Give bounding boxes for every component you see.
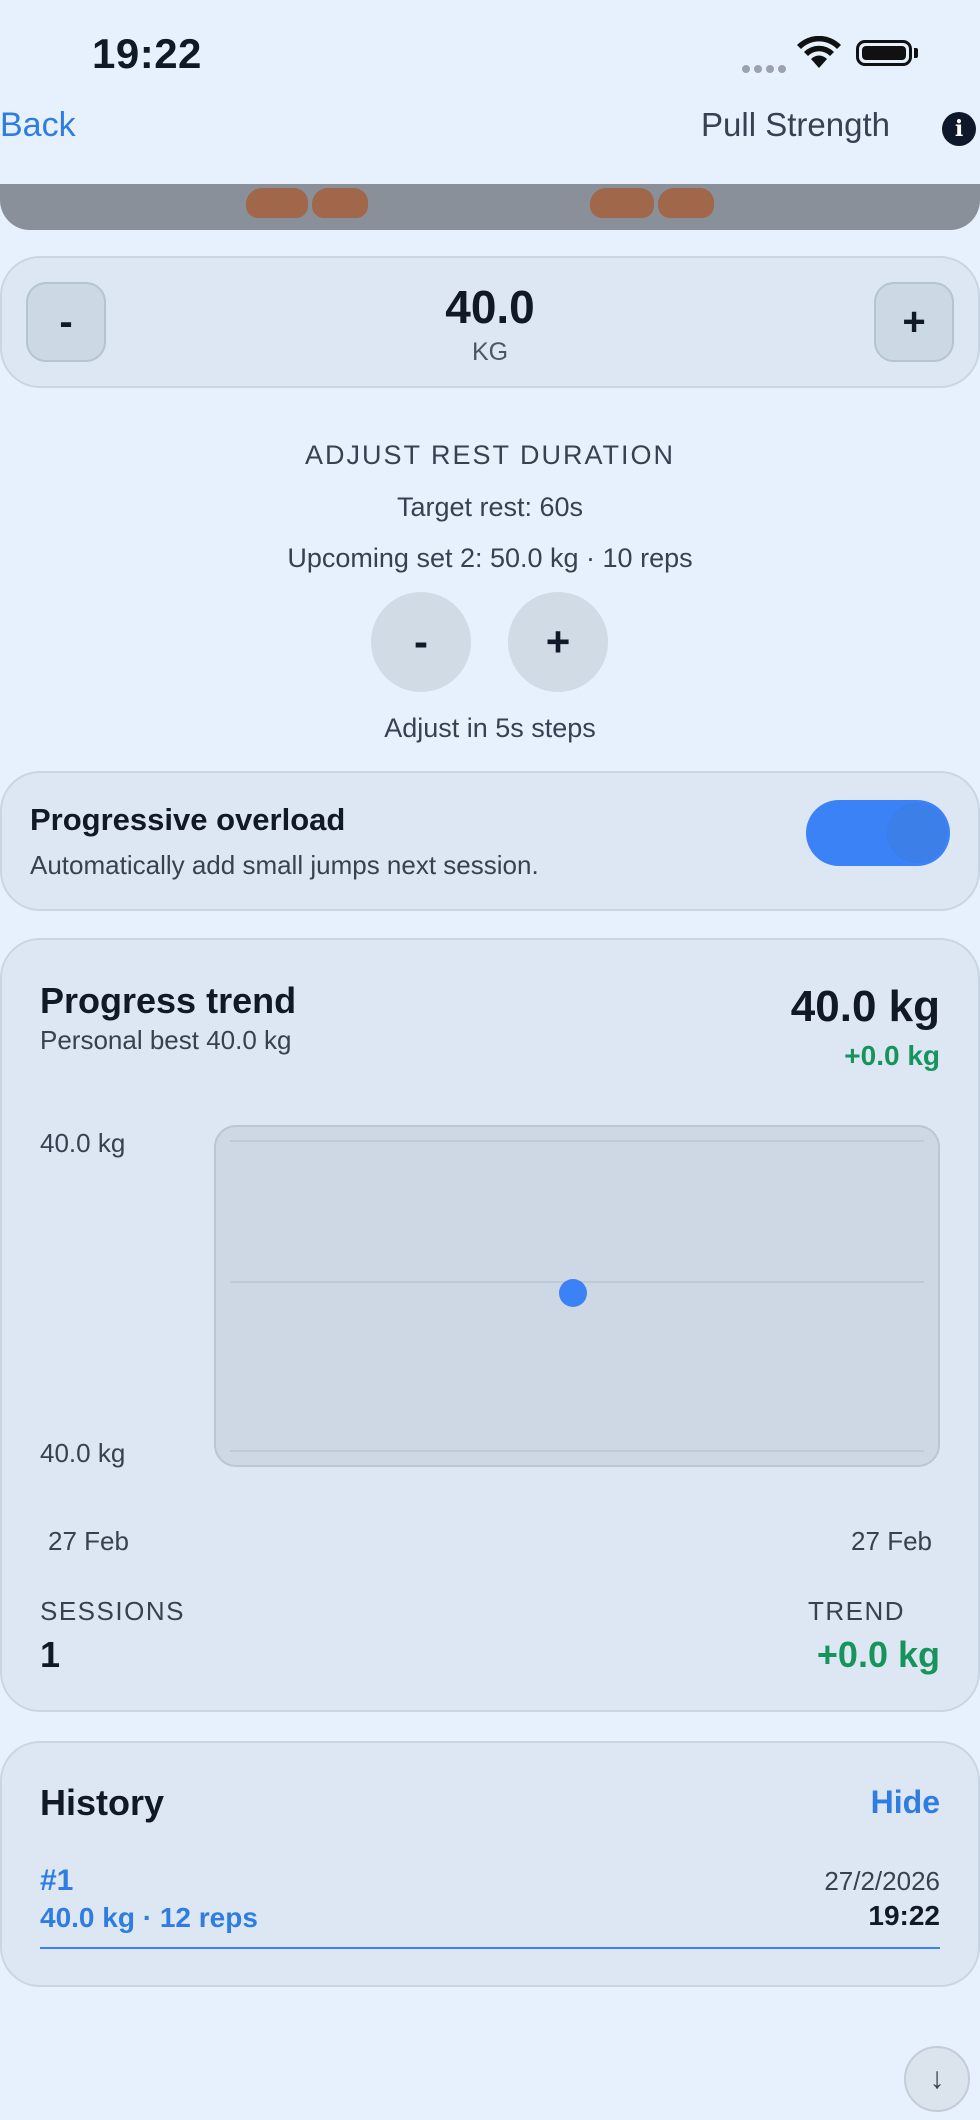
trend-current-value: 40.0 kg <box>790 982 940 1031</box>
exercise-image <box>0 184 980 230</box>
x-axis-left-label: 27 Feb <box>48 1526 129 1556</box>
history-entry-date: 27/2/2026 <box>824 1866 940 1896</box>
y-axis-bottom-label: 40.0 kg <box>40 1438 126 1468</box>
sessions-label: SESSIONS <box>40 1596 185 1626</box>
rest-heading: ADJUST REST DURATION <box>304 440 676 470</box>
rest-increase-button[interactable]: + <box>508 592 608 692</box>
weight-value: 40.0 <box>445 281 535 333</box>
overload-title: Progressive overload <box>30 802 346 837</box>
signal-dots-icon <box>742 60 790 78</box>
rest-step-note: Adjust in 5s steps <box>384 713 596 743</box>
wifi-icon <box>796 35 842 75</box>
sessions-value: 1 <box>40 1634 61 1675</box>
arrow-down-icon[interactable]: ↓ <box>904 2046 970 2112</box>
trend-stat-value: +0.0 kg <box>816 1634 940 1675</box>
trend-chart <box>214 1125 940 1467</box>
history-entry-description[interactable]: 40.0 kg · 12 reps <box>40 1902 258 1934</box>
toggle-knob <box>888 804 946 862</box>
info-icon[interactable]: i <box>942 112 976 146</box>
chart-data-point[interactable] <box>559 1279 587 1307</box>
history-entry-time: 19:22 <box>868 1900 940 1931</box>
history-card <box>0 1741 980 1987</box>
y-axis-top-label: 40.0 kg <box>40 1128 126 1158</box>
rest-upcoming: Upcoming set 2: 50.0 kg · 10 reps <box>287 543 693 573</box>
x-axis-right-label: 27 Feb <box>851 1526 932 1556</box>
history-title: History <box>40 1782 165 1823</box>
back-button[interactable]: Back <box>0 106 76 145</box>
overload-toggle[interactable] <box>806 800 950 866</box>
weight-unit: KG <box>471 338 509 366</box>
trend-delta: +0.0 kg <box>844 1040 940 1071</box>
trend-title: Progress trend <box>40 980 297 1021</box>
rest-decrease-button[interactable]: - <box>371 592 471 692</box>
history-entry-number[interactable]: #1 <box>40 1864 73 1898</box>
trend-stat-label: TREND <box>807 1596 905 1626</box>
trend-subtitle: Personal best 40.0 kg <box>40 1025 292 1055</box>
overload-subtitle: Automatically add small jumps next sessi… <box>30 850 539 880</box>
battery-icon <box>856 40 912 66</box>
history-entry-underline <box>40 1947 940 1949</box>
rest-target: Target rest: 60s <box>396 492 584 522</box>
page-title: Pull Strength <box>701 106 890 143</box>
history-hide-button[interactable]: Hide <box>871 1784 940 1821</box>
battery-tip <box>914 48 918 58</box>
status-time: 19:22 <box>92 30 202 77</box>
